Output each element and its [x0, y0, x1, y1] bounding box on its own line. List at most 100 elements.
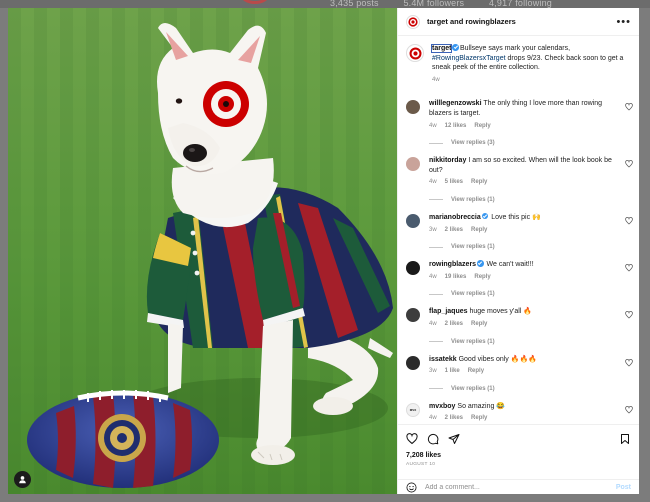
action-icons — [406, 431, 631, 447]
comment-like-heart-icon[interactable] — [625, 358, 633, 367]
comment-likes[interactable]: 1 like — [445, 368, 460, 374]
caption-avatar[interactable] — [406, 44, 424, 62]
comment-meta: 4w 12 likes Reply — [429, 122, 623, 132]
stat-following: 4,917 following — [488, 0, 553, 8]
reply-button[interactable]: Reply — [474, 123, 490, 129]
comment-likes[interactable]: 19 likes — [445, 274, 467, 280]
target-logo-icon — [408, 16, 418, 27]
background-profile-stats: 3,435 posts 5.4M followers 4,917 followi… — [330, 0, 574, 8]
commenter-avatar[interactable] — [406, 157, 420, 172]
reply-button[interactable]: Reply — [468, 368, 484, 374]
caption-username[interactable]: target — [430, 44, 453, 53]
comment-text: So amazing 😂 — [457, 402, 506, 410]
target-logo-icon — [409, 47, 421, 59]
comment-likes[interactable]: 2 likes — [445, 227, 463, 233]
verified-badge-icon — [477, 260, 484, 267]
commenter-avatar[interactable] — [406, 261, 420, 276]
caption-time[interactable]: 4w — [432, 77, 440, 83]
likes-count[interactable]: 7,208 likes — [406, 452, 631, 459]
comment-likes[interactable]: 2 likes — [445, 321, 463, 327]
comment-text: Good vibes only 🔥🔥🔥 — [458, 355, 537, 363]
commenter-avatar[interactable] — [406, 308, 420, 323]
comment-username[interactable]: mvxboy — [429, 403, 455, 410]
comments-list[interactable]: target Bullseye says mark your calendars,… — [398, 36, 639, 424]
comment-meta: 3w 1 like Reply — [429, 367, 623, 377]
add-comment-input[interactable] — [425, 483, 616, 491]
comment-time[interactable]: 3w — [429, 368, 437, 374]
post-side-panel: target and rowingblazers ••• target Bulls… — [397, 8, 639, 494]
verified-badge-icon — [481, 212, 489, 220]
stat-posts: 3,435 posts — [330, 0, 379, 8]
view-replies-label: View replies (1) — [451, 291, 495, 298]
comment-text: We can't wait!!! — [486, 261, 534, 269]
comment-username[interactable]: flap_jaques — [429, 308, 468, 315]
reply-button[interactable]: Reply — [471, 179, 487, 185]
comment-likes[interactable]: 2 likes — [445, 415, 463, 421]
comment-like-heart-icon[interactable] — [625, 405, 633, 414]
comment-meta: 3w 2 likes Reply — [429, 226, 623, 236]
commenter-avatar[interactable] — [406, 100, 420, 115]
comment-time[interactable]: 4w — [429, 321, 437, 327]
commenter-avatar[interactable]: MVX — [406, 402, 420, 417]
view-replies-link[interactable]: View replies (1) — [429, 339, 639, 345]
author-link-rowingblazers[interactable]: rowingblazers — [465, 17, 515, 26]
caption-text-start: Bullseye says mark your calendars, — [459, 45, 571, 52]
comment-username[interactable]: issatekk — [429, 356, 457, 363]
stat-followers: 5.4M followers — [403, 0, 465, 8]
author-link-target[interactable]: target — [427, 17, 448, 26]
comment-item: willlegenzowski The only thing I love mo… — [398, 99, 639, 131]
reply-button[interactable]: Reply — [474, 274, 490, 280]
reply-button[interactable]: Reply — [471, 321, 487, 327]
commenter-avatar[interactable] — [406, 213, 420, 228]
post-authors: target and rowingblazers — [427, 17, 616, 26]
view-replies-link[interactable]: View replies (1) — [429, 291, 639, 297]
view-replies-label: View replies (1) — [451, 196, 495, 203]
comment-time[interactable]: 3w — [429, 227, 437, 233]
save-bookmark-icon[interactable] — [619, 433, 631, 445]
commenter-avatar[interactable] — [406, 355, 420, 370]
post-comment-button[interactable]: Post — [616, 484, 631, 491]
comment-time[interactable]: 4w — [429, 274, 437, 280]
comment-likes[interactable]: 5 likes — [445, 179, 463, 185]
comment-like-heart-icon[interactable] — [625, 311, 633, 319]
comment-item: rowingblazers We can't wait!!! 4w 19 likes… — [398, 260, 639, 282]
view-replies-link[interactable]: View replies (3) — [429, 140, 639, 146]
view-replies-label: View replies (3) — [451, 140, 495, 147]
view-replies-link[interactable]: View replies (1) — [429, 386, 639, 392]
comment-like-heart-icon[interactable] — [625, 103, 633, 111]
post-header: target and rowingblazers ••• — [398, 8, 639, 36]
comment-username[interactable]: rowingblazers — [429, 261, 476, 268]
view-replies-link[interactable]: View replies (1) — [429, 244, 639, 250]
reply-button[interactable]: Reply — [471, 415, 487, 421]
comment-like-heart-icon[interactable] — [625, 217, 633, 225]
comment-likes[interactable]: 12 likes — [445, 123, 467, 129]
emoji-icon[interactable] — [406, 482, 417, 493]
caption-hashtag[interactable]: #RowingBlazersxTarget — [432, 55, 506, 62]
comment-like-heart-icon[interactable] — [625, 264, 633, 272]
header-avatar[interactable] — [406, 14, 420, 29]
post-photo[interactable] — [8, 8, 397, 494]
post-date: AUGUST 10 — [406, 462, 436, 467]
comment-item: marianobreccia Love this pic 🙌 3w 2 likes R… — [398, 212, 639, 236]
user-tags-button[interactable] — [14, 471, 31, 488]
share-send-icon[interactable] — [448, 433, 460, 445]
comment-username[interactable]: willlegenzowski — [429, 100, 482, 107]
verified-badge-icon — [452, 44, 459, 51]
comment-text: Love this pic 🙌 — [491, 213, 541, 221]
comment-username[interactable]: nikkitorday — [429, 157, 466, 164]
comment-bubble-icon[interactable] — [427, 433, 439, 445]
comment-time[interactable]: 4w — [429, 179, 437, 185]
reply-button[interactable]: Reply — [471, 227, 487, 233]
comment-time[interactable]: 4w — [429, 415, 437, 421]
more-options-button[interactable]: ••• — [616, 16, 631, 28]
comment-like-heart-icon[interactable] — [625, 160, 633, 168]
person-icon — [19, 476, 26, 484]
view-replies-link[interactable]: View replies (1) — [429, 197, 639, 203]
comment-username[interactable]: marianobreccia — [429, 214, 481, 221]
comment-meta: 4w 19 likes Reply — [429, 273, 623, 283]
caption-meta: 4w — [432, 76, 631, 86]
like-heart-icon[interactable] — [406, 433, 418, 445]
comment-time[interactable]: 4w — [429, 123, 437, 129]
post-actions: 7,208 likes AUGUST 10 — [398, 424, 639, 468]
comment-item: nikkitorday I am so so excited. When wil… — [398, 156, 639, 188]
